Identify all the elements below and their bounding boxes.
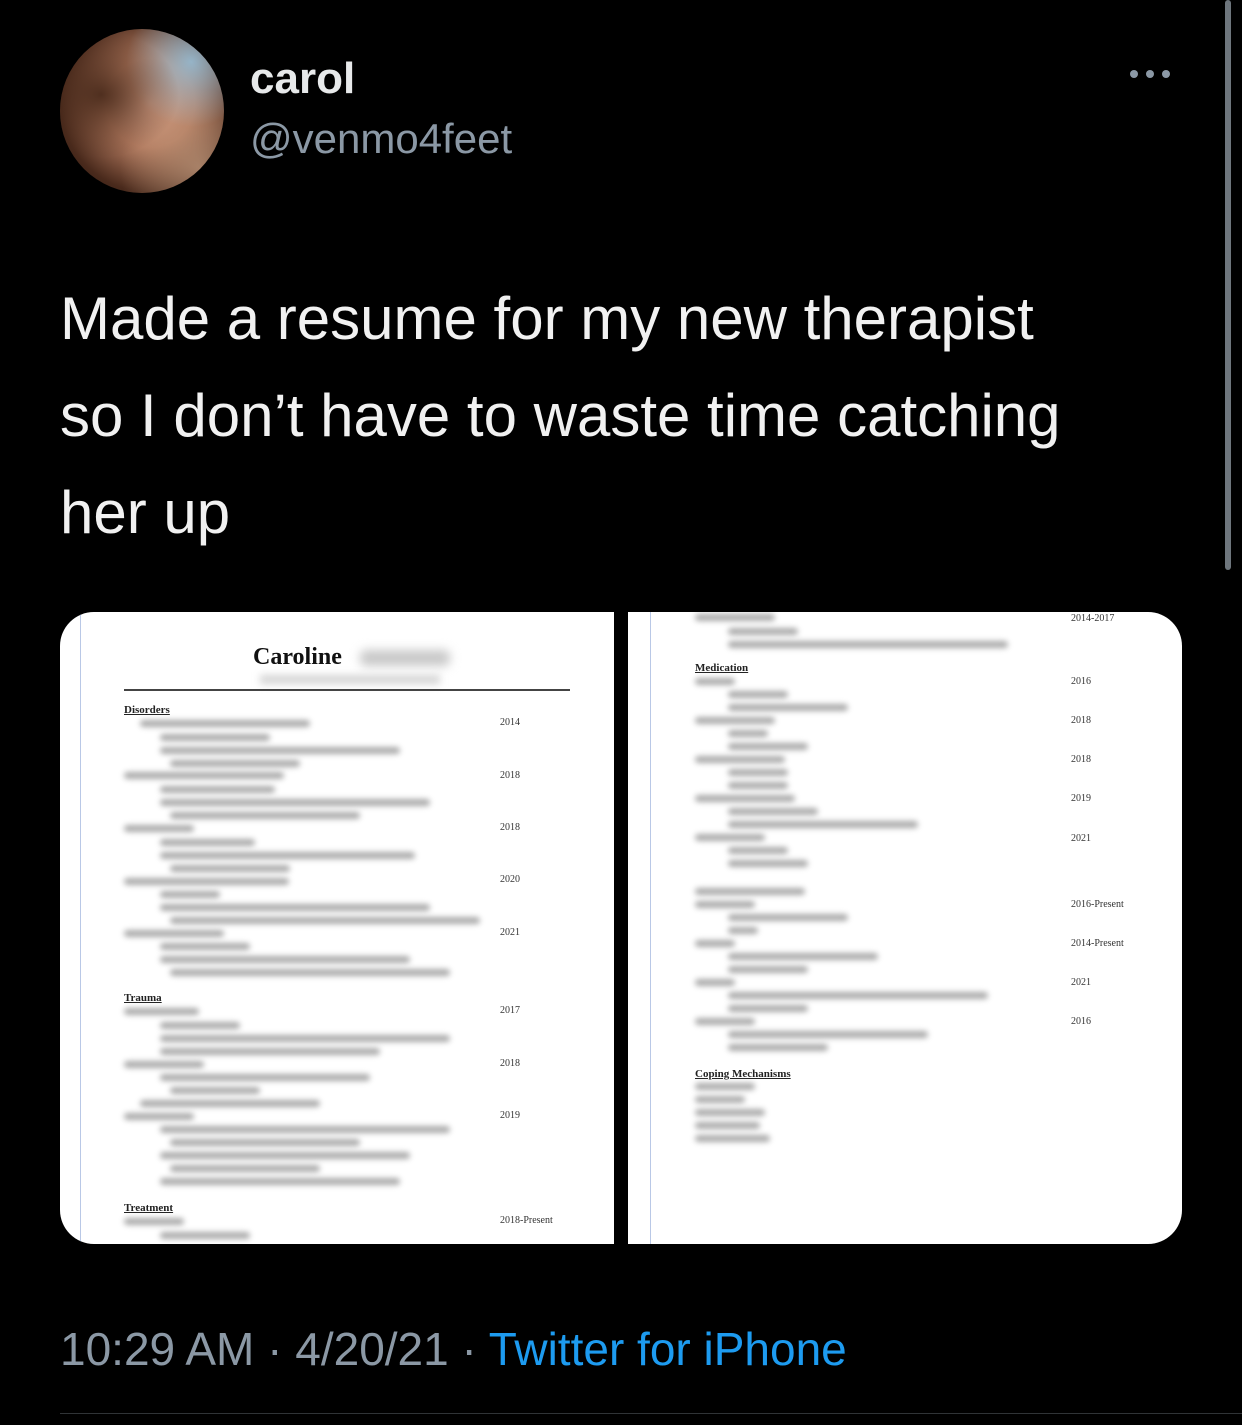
- tweet-time: 10:29 AM: [60, 1323, 255, 1375]
- section-heading: Coping Mechanisms: [695, 1068, 791, 1080]
- tweet-text: Made a resume for my new therapist so I …: [60, 270, 1180, 561]
- separator: ·: [461, 1323, 477, 1375]
- section-heading: Medication: [695, 662, 749, 674]
- separator: ·: [267, 1323, 283, 1375]
- year-label: 2018: [500, 822, 520, 833]
- more-options-icon[interactable]: [1130, 70, 1170, 78]
- year-label: 2018: [1071, 754, 1091, 765]
- year-label: 2018: [1071, 715, 1091, 726]
- year-label: 2021: [1071, 833, 1091, 844]
- tweet-media[interactable]: Caroline Disorders Trauma Treatment 2014…: [60, 612, 1182, 1244]
- year-label: 2014-Present: [1071, 938, 1124, 949]
- year-label: 2020: [500, 874, 520, 885]
- year-label: 2014: [500, 717, 520, 728]
- resume-name: Caroline: [253, 644, 342, 670]
- section-heading: Disorders: [124, 704, 170, 716]
- divider: [60, 1413, 1242, 1414]
- resume-image-left[interactable]: Caroline Disorders Trauma Treatment 2014…: [60, 612, 614, 1244]
- tweet-source-link[interactable]: Twitter for iPhone: [489, 1323, 847, 1375]
- year-label: 2016: [1071, 676, 1091, 687]
- tweet-text-line: her up: [60, 479, 231, 546]
- profile-avatar[interactable]: [60, 29, 224, 193]
- year-label: 2018-Present: [500, 1215, 553, 1226]
- year-label: 2019: [500, 1110, 520, 1121]
- year-label: 2018: [500, 1058, 520, 1069]
- year-label: 2016: [1071, 1016, 1091, 1027]
- display-name[interactable]: carol: [250, 54, 355, 104]
- year-label: 2021: [500, 927, 520, 938]
- scrollbar[interactable]: [1225, 0, 1231, 570]
- tweet-date: 4/20/21: [295, 1323, 449, 1375]
- tweet-timestamp: 10:29 AM · 4/20/21 · Twitter for iPhone: [60, 1322, 847, 1376]
- tweet-text-line: Made a resume for my new therapist: [60, 285, 1034, 352]
- section-heading: Treatment: [124, 1202, 174, 1214]
- avatar-photo: [60, 29, 224, 193]
- section-heading: Trauma: [124, 992, 162, 1004]
- year-label: 2019: [1071, 793, 1091, 804]
- tweet-text-line: so I don’t have to waste time catching: [60, 382, 1061, 449]
- user-handle[interactable]: @venmo4feet: [250, 115, 512, 163]
- year-label: 2017: [500, 1005, 520, 1016]
- year-label: 2021: [1071, 977, 1091, 988]
- year-label: 2014-2017: [1071, 613, 1115, 624]
- resume-image-right[interactable]: 2014-2017 Medication Coping Mechanisms 2…: [628, 612, 1182, 1244]
- year-label: 2018: [500, 770, 520, 781]
- year-label: 2016-Present: [1071, 899, 1124, 910]
